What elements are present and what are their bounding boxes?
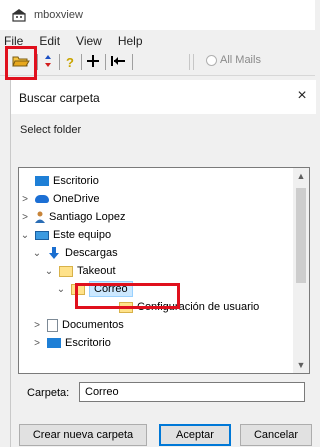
app-title-bar: mboxview bbox=[0, 0, 315, 30]
onedrive-icon bbox=[35, 195, 49, 203]
tree-item-label: Este equipo bbox=[53, 229, 112, 241]
dialog-instruction: Select folder bbox=[20, 124, 82, 136]
tree-item[interactable]: ⌄ Descargas bbox=[31, 244, 305, 262]
toolbar-separator bbox=[132, 54, 133, 70]
accept-button[interactable]: Aceptar bbox=[159, 424, 231, 446]
tree-item-label: Descargas bbox=[65, 247, 118, 259]
question-mark-icon: ? bbox=[66, 54, 74, 70]
all-mails-label: All Mails bbox=[220, 54, 261, 66]
back-to-start-button[interactable] bbox=[109, 52, 127, 72]
tree-scrollbar[interactable]: ▲ ▼ bbox=[293, 168, 309, 373]
toolbar-separator bbox=[105, 54, 106, 70]
tree-item[interactable]: Escritorio bbox=[19, 172, 293, 190]
app-title: mboxview bbox=[34, 9, 83, 21]
mboxview-app-icon bbox=[10, 8, 28, 22]
toolbar-separator bbox=[193, 54, 194, 70]
add-button[interactable] bbox=[85, 52, 101, 72]
folder-label: Carpeta: bbox=[27, 387, 70, 399]
sort-arrows-icon bbox=[44, 54, 52, 71]
toolbar-separator bbox=[189, 54, 190, 70]
scroll-down-icon[interactable]: ▼ bbox=[293, 357, 309, 373]
dialog-title: Buscar carpeta bbox=[19, 91, 100, 105]
folder-tree[interactable]: Escritorio > OneDrive > Santiago Lopez ⌄… bbox=[18, 167, 310, 374]
highlight-correo-folder bbox=[75, 283, 180, 309]
tree-item[interactable]: > OneDrive bbox=[19, 190, 293, 208]
new-folder-button[interactable]: Crear nueva carpeta bbox=[19, 424, 147, 446]
sort-button[interactable] bbox=[41, 52, 55, 72]
scroll-thumb[interactable] bbox=[296, 188, 306, 283]
highlight-open-folder bbox=[5, 46, 37, 80]
cancel-button[interactable]: Cancelar bbox=[240, 424, 312, 446]
chevron-right-icon[interactable]: > bbox=[31, 338, 43, 349]
download-icon bbox=[47, 247, 61, 259]
chevron-down-icon[interactable]: ⌄ bbox=[31, 248, 43, 259]
arrow-left-bar-icon bbox=[110, 54, 126, 71]
computer-icon bbox=[35, 230, 49, 240]
radio-circle-icon bbox=[206, 54, 217, 66]
desktop-icon bbox=[35, 176, 49, 186]
chevron-right-icon[interactable]: > bbox=[31, 320, 43, 331]
dialog-title-bar: Buscar carpeta × bbox=[11, 80, 316, 114]
toolbar-separator bbox=[81, 54, 82, 70]
help-button[interactable]: ? bbox=[63, 52, 77, 72]
tree-item[interactable]: > Documentos bbox=[31, 316, 305, 334]
tree-item-label: OneDrive bbox=[53, 193, 100, 205]
browse-folder-dialog: Buscar carpeta × Select folder Escritori… bbox=[10, 80, 316, 447]
tree-item[interactable]: ⌄ Takeout bbox=[43, 262, 317, 280]
toolbar-separator bbox=[37, 54, 38, 70]
toolbar: ? All Mails bbox=[0, 48, 315, 76]
tree-item[interactable]: ⌄ Este equipo bbox=[19, 226, 293, 244]
all-mails-radio[interactable]: All Mails bbox=[206, 54, 261, 66]
tree-item-label: Escritorio bbox=[65, 337, 111, 349]
folder-icon bbox=[59, 265, 73, 277]
documents-icon bbox=[47, 318, 58, 332]
plus-icon bbox=[86, 54, 100, 71]
menu-view[interactable]: View bbox=[76, 34, 102, 48]
scroll-up-icon[interactable]: ▲ bbox=[293, 168, 309, 184]
menu-help[interactable]: Help bbox=[118, 34, 143, 48]
tree-item-label: Takeout bbox=[77, 265, 116, 277]
chevron-right-icon[interactable]: > bbox=[19, 212, 31, 223]
desktop-icon bbox=[47, 338, 61, 348]
chevron-down-icon[interactable]: ⌄ bbox=[43, 266, 55, 277]
tree-item-label: Santiago Lopez bbox=[49, 211, 126, 223]
menu-edit[interactable]: Edit bbox=[39, 34, 60, 48]
tree-item-label: Documentos bbox=[62, 319, 124, 331]
chevron-right-icon[interactable]: > bbox=[19, 194, 31, 205]
chevron-down-icon[interactable]: ⌄ bbox=[55, 284, 67, 295]
chevron-down-icon[interactable]: ⌄ bbox=[19, 230, 31, 241]
tree-item[interactable]: > Escritorio bbox=[31, 334, 305, 352]
tree-item[interactable]: > Santiago Lopez bbox=[19, 208, 293, 226]
toolbar-separator bbox=[59, 54, 60, 70]
close-icon[interactable]: × bbox=[292, 86, 312, 106]
folder-name-input[interactable] bbox=[79, 382, 305, 402]
user-icon bbox=[35, 211, 45, 223]
tree-item-label: Escritorio bbox=[53, 175, 99, 187]
